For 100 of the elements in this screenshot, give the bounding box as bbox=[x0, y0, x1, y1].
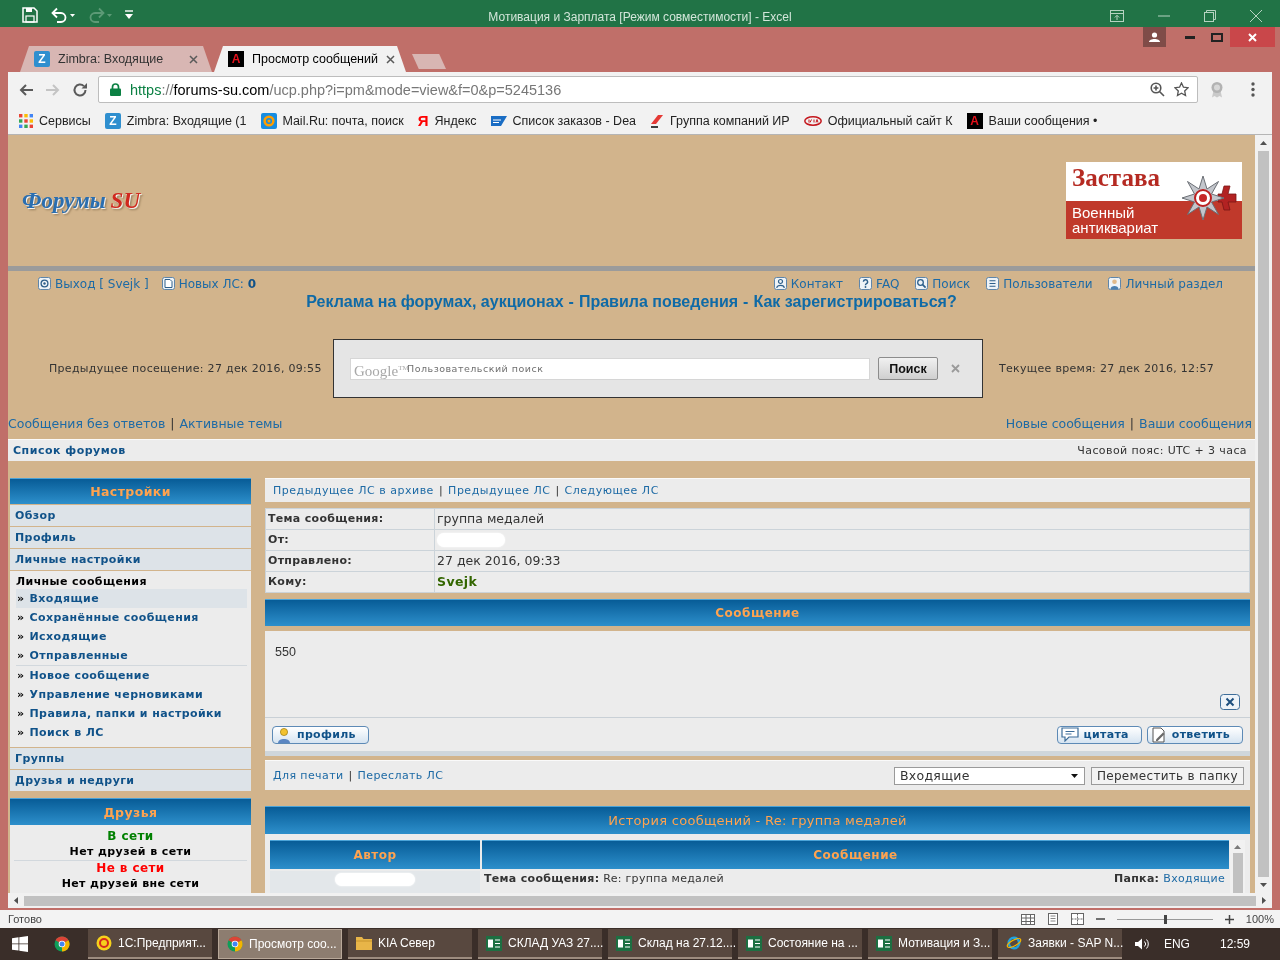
minimize-icon bbox=[1184, 35, 1195, 39]
spreadsheet-icon bbox=[616, 935, 632, 951]
taskbar-button[interactable]: Состояние на ... bbox=[738, 929, 862, 959]
sidebar-subitem[interactable]: » Новое сообщение bbox=[16, 665, 247, 685]
undo-icon[interactable] bbox=[51, 6, 75, 23]
sidebar-item[interactable]: Личные сообщения bbox=[16, 575, 247, 589]
move-button[interactable]: Переместить в папку bbox=[1090, 766, 1244, 785]
zoom-icon[interactable] bbox=[1150, 82, 1165, 97]
reload-icon[interactable] bbox=[72, 81, 88, 98]
report-icon[interactable] bbox=[1220, 694, 1240, 710]
zoom-slider-thumb[interactable] bbox=[1163, 914, 1167, 924]
save-icon[interactable] bbox=[22, 6, 38, 23]
browser-tab[interactable]: Z Zimbra: Входящие bbox=[20, 46, 212, 72]
sidebar-subitem[interactable]: » Отправленные bbox=[16, 646, 247, 665]
segmented-circle-icon[interactable] bbox=[54, 936, 70, 952]
search-logo: Google$^{TM}$ bbox=[354, 361, 409, 380]
taskbar-button[interactable]: Просмотр соо... bbox=[218, 929, 342, 959]
normal-view-icon[interactable] bbox=[1020, 913, 1035, 925]
sidebar-subitem[interactable]: » Управление черновиками bbox=[16, 685, 247, 704]
action-link[interactable]: Переслать ЛС bbox=[357, 769, 444, 782]
bookmark[interactable]: Группа компаний ИР bbox=[650, 113, 790, 128]
bookmark[interactable]: Я Яндекс bbox=[417, 113, 477, 128]
language-indicator[interactable]: ENG bbox=[1163, 937, 1190, 951]
taskbar-button[interactable]: 1С:Предприят... bbox=[88, 929, 212, 959]
menu-icon[interactable] bbox=[1251, 82, 1255, 97]
arrow-up-icon[interactable] bbox=[1234, 845, 1241, 849]
slash-icon bbox=[650, 113, 665, 128]
round-logo-icon bbox=[96, 935, 112, 951]
arrow-up-icon[interactable] bbox=[1260, 141, 1267, 145]
start-icon[interactable] bbox=[12, 936, 28, 952]
sidebar-subitem[interactable]: » Сохранённые сообщения bbox=[16, 608, 247, 627]
panel-header: Настройки bbox=[10, 478, 251, 504]
close-icon bbox=[1248, 32, 1257, 42]
sidebar-item[interactable]: Друзья и недруги bbox=[10, 770, 251, 791]
sidebar-item[interactable]: Профиль bbox=[10, 527, 251, 548]
last-visit-text: Предыдущее посещение: 27 дек 2016, 09:55 bbox=[48, 362, 323, 375]
quote-button[interactable]: цитата bbox=[1056, 725, 1142, 744]
address-bar[interactable]: https://forums-su.com/ucp.php?i=pm&mode=view&f=0&p=5245136 bbox=[98, 76, 1198, 103]
scroll-thumb[interactable] bbox=[24, 895, 1256, 906]
folder-link[interactable]: Входящие bbox=[1163, 872, 1225, 885]
letter-tile-icon: Z bbox=[104, 112, 121, 129]
scrollbar[interactable] bbox=[1230, 840, 1245, 893]
breadcrumb-link[interactable]: Список форумов bbox=[13, 444, 126, 457]
customize-icon[interactable] bbox=[125, 10, 133, 19]
page-break-icon[interactable] bbox=[1070, 913, 1084, 925]
bookmark[interactable]: A Ваши сообщения • bbox=[966, 112, 1098, 129]
pm-nav-link[interactable]: Предыдущее ЛС в архиве bbox=[273, 484, 434, 497]
taskbar-button[interactable]: KIA Север bbox=[348, 929, 472, 959]
scroll-thumb[interactable] bbox=[1258, 151, 1269, 877]
sidebar-item[interactable]: Обзор bbox=[10, 505, 251, 526]
banner-ad[interactable]: Застава Военный антиквариат bbox=[1066, 162, 1242, 239]
scrollbar[interactable] bbox=[8, 893, 1272, 908]
star-icon[interactable] bbox=[1174, 82, 1189, 97]
sidebar-subitem[interactable]: » Поиск в ЛС bbox=[16, 723, 247, 742]
search-button[interactable]: Поиск bbox=[878, 357, 938, 380]
page-layout-icon[interactable] bbox=[1046, 913, 1059, 925]
recipient-link[interactable]: Svejk bbox=[435, 572, 1249, 592]
reply-button[interactable]: ответить bbox=[1146, 725, 1243, 744]
sidebar-item[interactable]: Группы bbox=[10, 748, 251, 769]
profile-button[interactable]: профиль bbox=[272, 725, 369, 744]
action-link[interactable]: Для печати bbox=[273, 769, 344, 782]
taskbar-button[interactable]: Заявки - SAP N... bbox=[998, 929, 1122, 959]
clock[interactable]: 12:59 bbox=[1219, 937, 1250, 951]
profile-button[interactable] bbox=[1143, 27, 1166, 47]
arrow-right-icon[interactable] bbox=[1262, 897, 1266, 904]
folder-text: Папка: Входящие bbox=[1114, 872, 1225, 885]
scrollbar[interactable] bbox=[1255, 135, 1272, 893]
list-icon bbox=[986, 277, 1000, 290]
sidebar-subitem[interactable]: » Правила, папки и настройки bbox=[16, 704, 247, 723]
back-icon[interactable] bbox=[18, 81, 34, 98]
volume-icon[interactable] bbox=[1133, 937, 1150, 951]
bookmark[interactable]: Mail.Ru: почта, поиск bbox=[260, 112, 404, 129]
arrow-down-icon[interactable] bbox=[1260, 883, 1267, 887]
nav-link[interactable]: Новых ЛС: 0 bbox=[161, 276, 257, 291]
sidebar-subitem[interactable]: » Исходящие bbox=[16, 627, 247, 646]
scroll-thumb[interactable] bbox=[1232, 853, 1243, 893]
close-icon[interactable] bbox=[189, 54, 198, 64]
bookmark[interactable]: Список заказов - Dea bbox=[490, 113, 637, 128]
close-button[interactable] bbox=[1230, 27, 1275, 47]
taskbar-button[interactable]: СКЛАД УАЗ 27.... bbox=[478, 929, 602, 959]
pm-nav-link[interactable]: Предыдущее ЛС bbox=[448, 484, 551, 497]
zoom-in-icon[interactable] bbox=[1224, 914, 1234, 924]
timezone-text: Часовой пояс: UTC + 3 часа bbox=[1077, 444, 1247, 457]
letter-icon: Я bbox=[417, 113, 429, 128]
arrow-left-icon[interactable] bbox=[14, 897, 18, 904]
bookmark[interactable]: Z Zimbra: Входящие (1 bbox=[104, 112, 247, 129]
folder-select[interactable]: Входящие bbox=[893, 766, 1085, 785]
taskbar-button[interactable]: Мотивация и З... bbox=[868, 929, 992, 959]
message-action-links: Для печати | Переслать ЛС bbox=[273, 769, 444, 782]
bookmark[interactable]: Сервисы bbox=[19, 113, 91, 128]
bookmark[interactable]: Официальный сайт К bbox=[803, 113, 953, 128]
field-label: От: bbox=[266, 530, 434, 550]
sidebar-subitem[interactable]: » Входящие bbox=[16, 589, 247, 608]
browser-tab[interactable]: A Просмотр сообщений bbox=[214, 46, 406, 72]
restore-icon[interactable] bbox=[1204, 9, 1216, 22]
field-label: Кому: bbox=[266, 572, 434, 592]
ribbon-display-icon[interactable] bbox=[1110, 9, 1124, 22]
sidebar-item[interactable]: Личные настройки bbox=[10, 549, 251, 570]
close-icon[interactable] bbox=[386, 54, 395, 64]
pm-nav-link[interactable]: Следующее ЛС bbox=[564, 484, 659, 497]
